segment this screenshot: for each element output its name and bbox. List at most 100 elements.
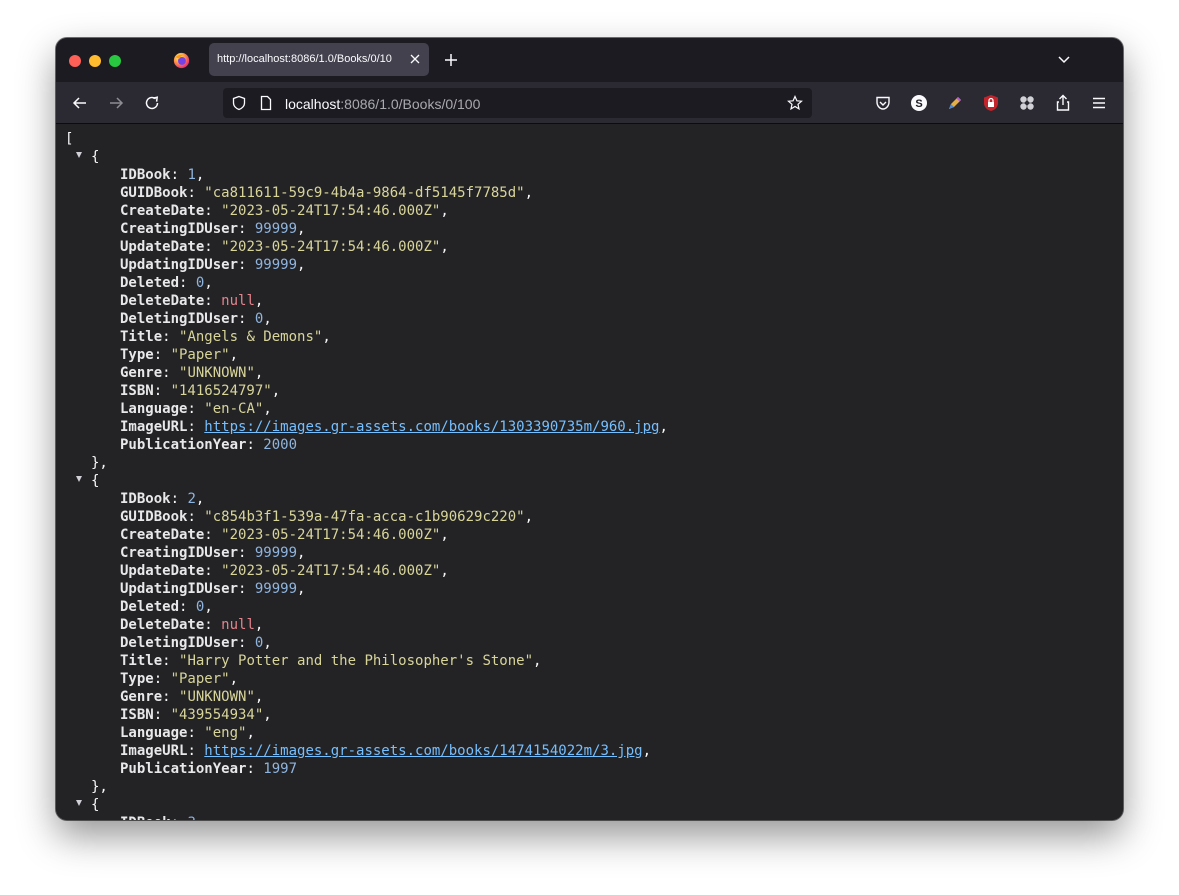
forward-icon[interactable] xyxy=(107,94,125,112)
json-row: Genre: "UNKNOWN", xyxy=(120,689,264,705)
json-value: "Paper" xyxy=(170,347,230,363)
image-url-link[interactable]: https://images.gr-assets.com/books/14741… xyxy=(204,743,642,759)
json-viewer: [ { IDBook: 1, GUIDBook: "ca811611-59c9-… xyxy=(56,124,1123,820)
json-row: Deleted: 0, xyxy=(120,275,213,291)
json-row: UpdateDate: "2023-05-24T17:54:46.000Z", xyxy=(120,239,449,255)
json-row: PublicationYear: 2000 xyxy=(120,437,298,453)
object-open-brace: { xyxy=(91,797,100,813)
collapse-toggle-icon[interactable] xyxy=(76,476,82,482)
json-row: Type: "Paper", xyxy=(120,671,239,687)
json-value: 1997 xyxy=(263,761,298,777)
object-open-brace: { xyxy=(91,473,100,489)
json-value: "2023-05-24T17:54:46.000Z" xyxy=(221,563,441,579)
ublock-icon[interactable] xyxy=(982,94,1000,112)
collapse-toggle-icon[interactable] xyxy=(76,152,82,158)
new-tab-icon[interactable] xyxy=(443,52,459,68)
json-row: CreatingIDUser: 99999, xyxy=(120,545,306,561)
bookmark-star-icon[interactable] xyxy=(787,95,803,111)
json-value: 99999 xyxy=(254,221,298,237)
json-value: 2000 xyxy=(263,437,298,453)
object-open-brace: { xyxy=(91,149,100,165)
json-value: "439554934" xyxy=(170,707,264,723)
json-value: 0 xyxy=(254,635,264,651)
navigation-toolbar: localhost:8086/1.0/Books/0/100 S xyxy=(56,82,1123,124)
json-value: "c854b3f1-539a-47fa-acca-c1b90629c220" xyxy=(204,509,525,525)
image-url-link[interactable]: https://images.gr-assets.com/books/13033… xyxy=(204,419,659,435)
json-value: 1 xyxy=(187,167,196,183)
json-row: IDBook: 1, xyxy=(120,167,205,183)
json-row: ISBN: "439554934", xyxy=(120,707,272,723)
json-value: "UNKNOWN" xyxy=(179,365,255,381)
firefox-icon[interactable] xyxy=(173,52,190,69)
json-row: Title: "Angels & Demons", xyxy=(120,329,331,345)
json-value: 99999 xyxy=(254,545,298,561)
json-value: "1416524797" xyxy=(170,383,272,399)
json-row: DeleteDate: null, xyxy=(120,617,264,633)
json-value: "2023-05-24T17:54:46.000Z" xyxy=(221,239,441,255)
json-value: "en-CA" xyxy=(204,401,264,417)
tab-bar: http://localhost:8086/1.0/Books/0/10 xyxy=(56,38,1123,82)
s-extension-icon[interactable]: S xyxy=(910,94,928,112)
json-value: 3 xyxy=(187,815,195,820)
shield-icon[interactable] xyxy=(231,95,247,111)
pen-extension-icon[interactable] xyxy=(946,94,964,112)
collapse-toggle-icon[interactable] xyxy=(76,800,82,806)
json-row: IDBook: 2, xyxy=(120,491,205,507)
json-value: 99999 xyxy=(254,257,298,273)
url-bar[interactable]: localhost:8086/1.0/Books/0/100 xyxy=(223,88,812,118)
tab-title: http://localhost:8086/1.0/Books/0/10 xyxy=(217,53,392,65)
back-icon[interactable] xyxy=(71,94,89,112)
window-close-button[interactable] xyxy=(69,55,81,67)
window-minimize-button[interactable] xyxy=(89,55,101,67)
json-row: DeletingIDUser: 0, xyxy=(120,635,272,651)
json-row: GUIDBook: "ca811611-59c9-4b4a-9864-df514… xyxy=(120,185,534,201)
json-value: "eng" xyxy=(204,725,247,741)
json-row: CreateDate: "2023-05-24T17:54:46.000Z", xyxy=(120,203,449,219)
window-maximize-button[interactable] xyxy=(109,55,121,67)
json-row: Genre: "UNKNOWN", xyxy=(120,365,264,381)
pocket-icon[interactable] xyxy=(874,94,892,112)
json-row: Title: "Harry Potter and the Philosopher… xyxy=(120,653,542,669)
json-row: PublicationYear: 1997 xyxy=(120,761,298,777)
json-row: Type: "Paper", xyxy=(120,347,239,363)
json-value: "Paper" xyxy=(170,671,230,687)
json-row: IDBook: 3, xyxy=(120,814,204,820)
json-value: "Harry Potter and the Philosopher's Ston… xyxy=(179,653,534,669)
json-row: Deleted: 0, xyxy=(120,599,213,615)
json-row: UpdatingIDUser: 99999, xyxy=(120,581,306,597)
url-host: localhost xyxy=(285,96,341,112)
json-row: Language: "en-CA", xyxy=(120,401,272,417)
json-value: null xyxy=(221,617,255,633)
json-value: "Angels & Demons" xyxy=(179,329,323,345)
extensions-puzzle-icon[interactable] xyxy=(1018,94,1036,112)
json-row: GUIDBook: "c854b3f1-539a-47fa-acca-c1b90… xyxy=(120,509,534,525)
json-row: CreateDate: "2023-05-24T17:54:46.000Z", xyxy=(120,527,449,543)
json-value: 0 xyxy=(195,275,205,291)
json-value: "2023-05-24T17:54:46.000Z" xyxy=(221,203,441,219)
url-path: :8086/1.0/Books/0/100 xyxy=(340,96,481,112)
json-row: ImageURL: https://images.gr-assets.com/b… xyxy=(120,743,652,759)
object-close-brace: }, xyxy=(91,455,108,471)
json-row: UpdatingIDUser: 99999, xyxy=(120,257,306,273)
json-value: 0 xyxy=(195,599,205,615)
json-row: ISBN: "1416524797", xyxy=(120,383,281,399)
svg-text:S: S xyxy=(915,98,922,110)
json-row: UpdateDate: "2023-05-24T17:54:46.000Z", xyxy=(120,563,449,579)
chevron-down-icon[interactable] xyxy=(1057,54,1071,66)
share-icon[interactable] xyxy=(1054,94,1072,112)
array-open-bracket: [ xyxy=(65,131,74,147)
menu-icon[interactable] xyxy=(1090,94,1108,112)
json-row: Language: "eng", xyxy=(120,725,255,741)
object-close-brace: }, xyxy=(91,779,108,795)
page-icon[interactable] xyxy=(258,95,274,111)
close-tab-icon[interactable] xyxy=(409,53,421,65)
json-row: DeletingIDUser: 0, xyxy=(120,311,272,327)
active-tab[interactable]: http://localhost:8086/1.0/Books/0/10 xyxy=(209,43,429,76)
json-value: 2 xyxy=(187,491,196,507)
json-row: CreatingIDUser: 99999, xyxy=(120,221,306,237)
json-row: ImageURL: https://images.gr-assets.com/b… xyxy=(120,419,668,435)
url-text[interactable]: localhost:8086/1.0/Books/0/100 xyxy=(285,96,480,112)
json-value: null xyxy=(221,293,255,309)
browser-window: http://localhost:8086/1.0/Books/0/10 loc… xyxy=(56,38,1123,820)
reload-icon[interactable] xyxy=(143,94,161,112)
